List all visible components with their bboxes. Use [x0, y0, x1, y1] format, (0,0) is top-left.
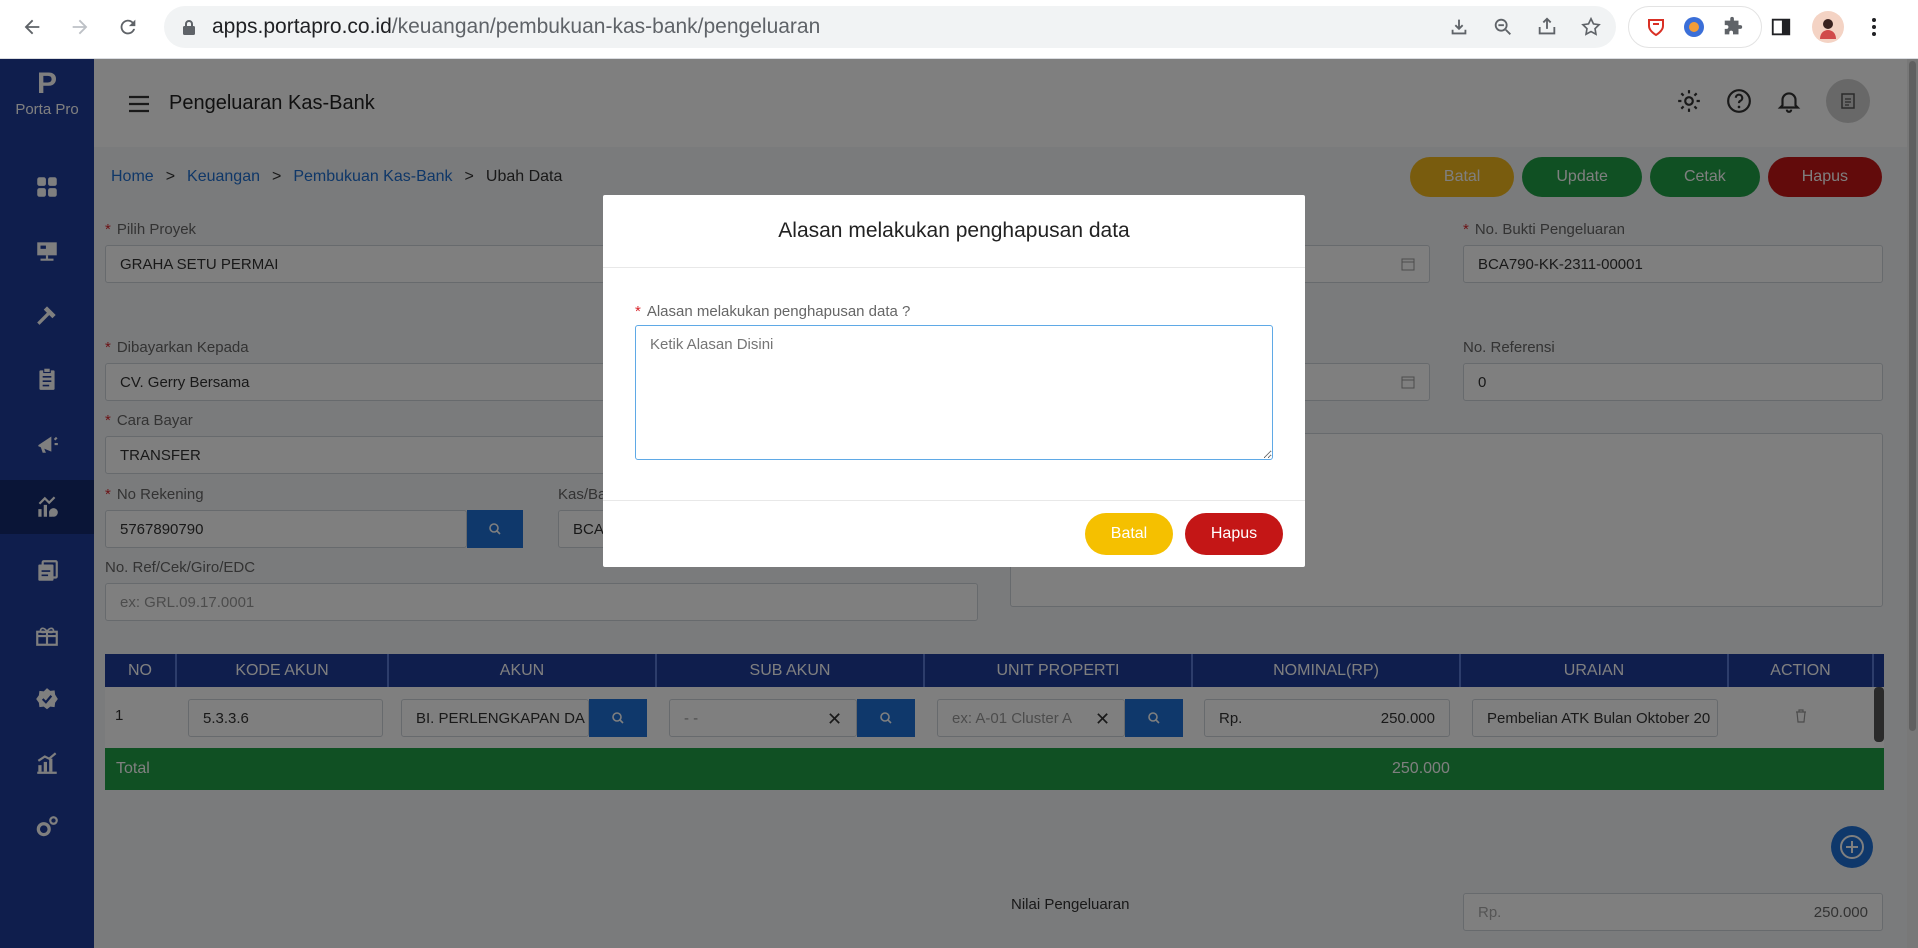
download-icon[interactable] — [1448, 16, 1470, 38]
browser-menu-icon[interactable] — [1864, 16, 1884, 38]
reload-icon[interactable] — [110, 9, 146, 45]
extensions-group — [1628, 6, 1762, 48]
modal-title: Alasan melakukan penghapusan data — [603, 195, 1305, 268]
reason-textarea[interactable] — [635, 325, 1273, 460]
lock-icon — [183, 20, 195, 35]
extension-globe-icon[interactable] — [1683, 16, 1705, 38]
extensions-puzzle-icon[interactable] — [1722, 16, 1744, 38]
bookmark-star-icon[interactable] — [1580, 16, 1602, 38]
delete-reason-modal: Alasan melakukan penghapusan data * Alasa… — [603, 195, 1305, 567]
modal-batal-button[interactable]: Batal — [1085, 513, 1173, 555]
back-icon[interactable] — [14, 9, 50, 45]
side-panel-icon[interactable] — [1770, 16, 1792, 38]
share-icon[interactable] — [1536, 16, 1558, 38]
zoom-out-icon[interactable] — [1492, 16, 1514, 38]
forward-icon[interactable] — [62, 9, 98, 45]
profile-person-icon — [1820, 19, 1836, 39]
profile-avatar[interactable] — [1812, 11, 1844, 43]
address-bar[interactable]: apps.portapro.co.id/keuangan/pembukuan-k… — [164, 6, 1616, 48]
browser-toolbar: apps.portapro.co.id/keuangan/pembukuan-k… — [0, 0, 1918, 59]
extension-shield-icon[interactable] — [1646, 17, 1666, 37]
modal-hapus-button[interactable]: Hapus — [1185, 513, 1283, 555]
url-text: apps.portapro.co.id/keuangan/pembukuan-k… — [212, 15, 821, 38]
modal-field-label: * Alasan melakukan penghapusan data ? — [635, 303, 911, 320]
